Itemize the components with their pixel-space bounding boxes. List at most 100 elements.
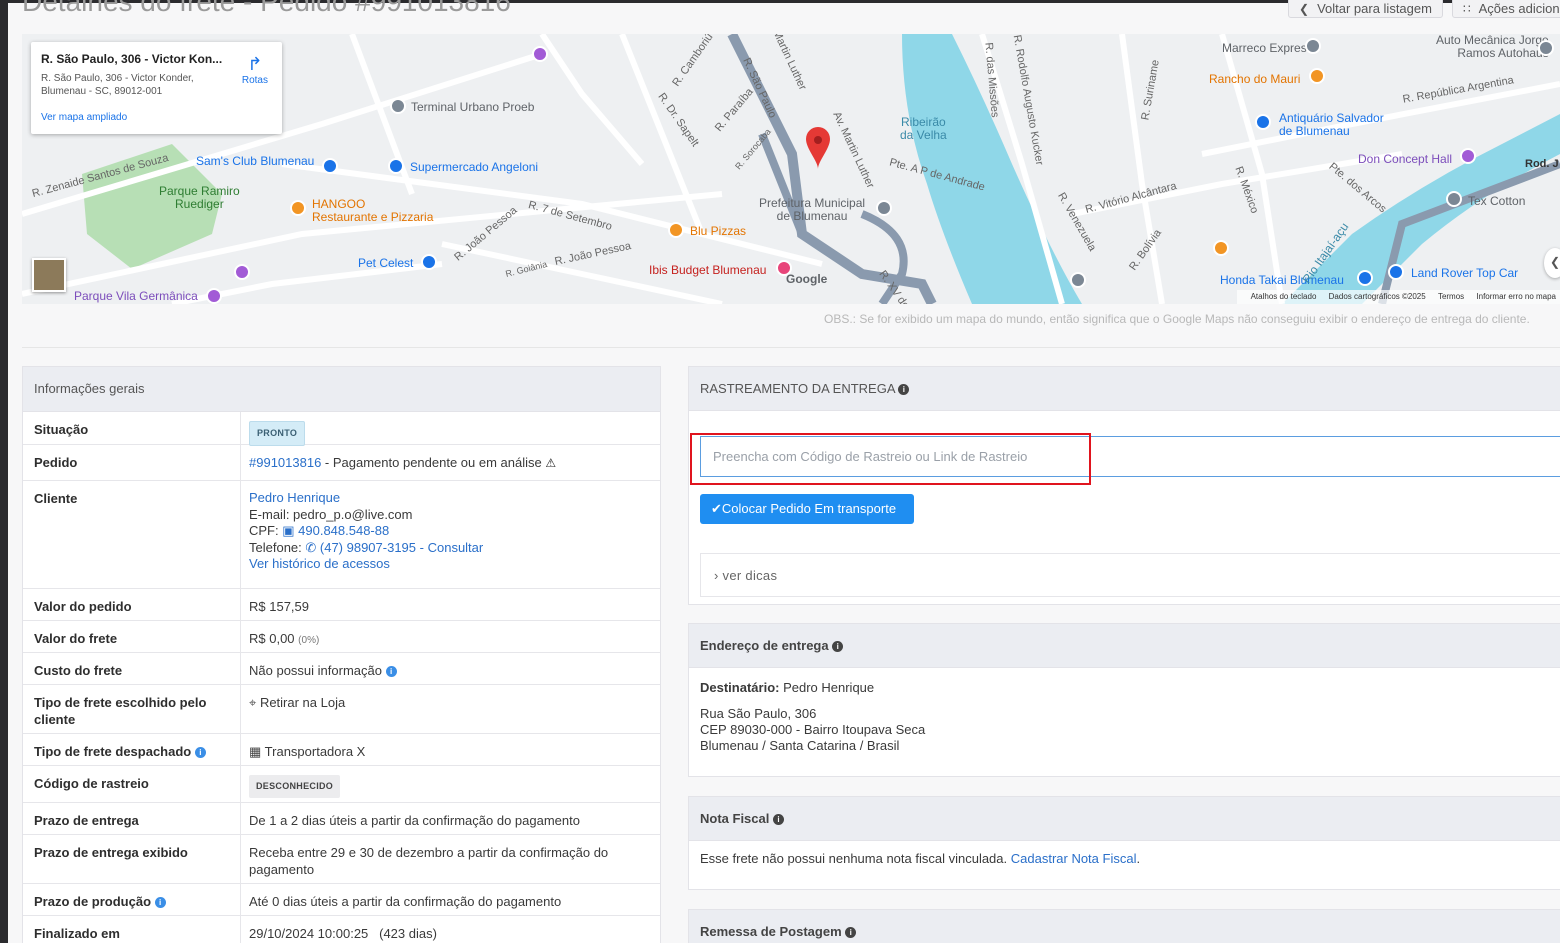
put-in-transport-label: Colocar Pedido Em transporte xyxy=(721,501,897,516)
access-history-link[interactable]: Ver histórico de acessos xyxy=(249,556,652,573)
map-footer-terms[interactable]: Termos xyxy=(1438,292,1464,301)
general-info-panel: Informações gerais Situação PRONTO Pedid… xyxy=(22,366,661,943)
dispatched-type: Transportadora X xyxy=(264,744,366,759)
table-row: Prazo de produção i Até 0 dias úteis a p… xyxy=(23,884,660,916)
tips-toggle[interactable]: › ver dicas xyxy=(700,553,1560,597)
info-icon[interactable]: i xyxy=(772,814,784,825)
invoice-heading: Nota Fiscal xyxy=(700,811,773,826)
map-label-rancho: Rancho do Mauri xyxy=(1209,72,1301,86)
poi-angeloni-icon[interactable] xyxy=(388,158,404,174)
map-label-landrover: Land Rover Top Car xyxy=(1411,266,1519,280)
poi-terminal-icon[interactable] xyxy=(390,98,406,114)
map-label-terminal: Terminal Urbano Proeb xyxy=(411,100,535,114)
table-row: Prazo de entrega De 1 a 2 dias úteis a p… xyxy=(23,803,660,835)
table-row: Cliente Pedro Henrique E-mail: pedro_p.o… xyxy=(23,481,660,589)
map-label-marreco: Marreco Express xyxy=(1222,41,1313,55)
map-footer-data: Dados cartográficos ©2025 xyxy=(1328,292,1426,301)
register-invoice-link[interactable]: Cadastrar Nota Fiscal xyxy=(1011,851,1137,866)
poi-sams-icon[interactable] xyxy=(322,158,338,174)
poi-orange-icon[interactable] xyxy=(1213,240,1229,256)
back-to-list-button[interactable]: ❮ Voltar para listagem xyxy=(1288,0,1443,18)
poi-pet-icon[interactable] xyxy=(421,254,437,270)
production-label: Prazo de produção xyxy=(34,894,155,909)
delivery-address-panel: Endereço de entrega i Destinatário: Pedr… xyxy=(688,623,1560,777)
status-label: Situação xyxy=(23,412,241,444)
routes-label: Rotas xyxy=(241,75,268,86)
satellite-thumbnail[interactable] xyxy=(32,258,66,292)
tips-label: ver dicas xyxy=(722,568,778,583)
map-label-hangoo: HANGOO Restaurante e Pizzaria xyxy=(312,197,434,224)
back-to-list-label: Voltar para listagem xyxy=(1317,1,1432,16)
map-label-don: Don Concept Hall xyxy=(1358,152,1453,166)
poi-marreco-icon[interactable] xyxy=(1305,38,1321,54)
map-footer-shortcuts[interactable]: Atalhos do teclado xyxy=(1251,292,1317,301)
consult-link[interactable]: Consultar xyxy=(428,540,484,555)
client-cpf[interactable]: 490.848.548-88 xyxy=(298,523,389,538)
info-icon[interactable]: i xyxy=(194,747,206,758)
poi-vila-icon[interactable] xyxy=(206,288,222,304)
tracking-panel: RASTREAMENTO DA ENTREGA i Preencha com C… xyxy=(688,366,1560,605)
poi-rancho-icon[interactable] xyxy=(1309,68,1325,84)
table-row: Finalizado em 29/10/2024 10:00:25 (423 d… xyxy=(23,916,660,943)
map-label-tex: Tex Cotton xyxy=(1468,194,1526,208)
delivery-time: De 1 a 2 dias úteis a partir da confirma… xyxy=(249,813,580,828)
client-label: Cliente xyxy=(23,481,241,588)
table-row: Código de rastreio DESCONHECIDO xyxy=(23,766,660,803)
enlarge-map-link[interactable]: Ver mapa ampliado xyxy=(41,112,127,123)
put-in-transport-button[interactable]: ✔Colocar Pedido Em transporte xyxy=(700,494,914,524)
client-phone-sep: - xyxy=(416,539,428,555)
map-label-blu: Blu Pizzas xyxy=(690,224,747,238)
client-name-link[interactable]: Pedro Henrique xyxy=(249,490,652,507)
info-icon[interactable]: i xyxy=(898,384,910,395)
whatsapp-icon: ✆ xyxy=(305,539,320,555)
chevron-right-icon: › xyxy=(714,568,723,583)
page-title: Detalhes do frete - Pedido #991013816 xyxy=(22,0,511,17)
info-icon[interactable]: i xyxy=(154,897,166,908)
map-expand-icon[interactable]: ❮ xyxy=(1544,248,1560,278)
poi-auto-icon[interactable] xyxy=(1538,40,1554,56)
info-icon[interactable]: i xyxy=(385,666,397,677)
poi-don-icon[interactable] xyxy=(1460,148,1476,164)
id-card-icon: ▣ xyxy=(282,523,299,538)
address-line2: CEP 89030-000 - Bairro Itoupava Seca xyxy=(700,722,926,737)
poi-blu-icon[interactable] xyxy=(668,222,684,238)
table-row: Valor do frete R$ 0,00 (0%) xyxy=(23,621,660,653)
poi-school-icon[interactable] xyxy=(1070,272,1086,288)
map-card-title: R. São Paulo, 306 - Victor Kon... xyxy=(41,52,223,66)
shipping-heading: Remessa de Postagem xyxy=(700,924,846,939)
map-label-auto: Auto Mecânica Jorge Ramos Autohaus xyxy=(1436,34,1549,60)
poi-purple2-icon[interactable] xyxy=(234,264,250,280)
map-footer-report[interactable]: Informar erro no mapa xyxy=(1476,292,1556,301)
dispatched-type-label: Tipo de frete despachado xyxy=(34,744,195,759)
tracking-code-label: Código de rastreio xyxy=(23,766,241,802)
map[interactable]: R. São Paulo, 306 - Victor Kon... R. São… xyxy=(22,34,1560,304)
check-icon: ✔ xyxy=(711,501,722,516)
freight-pct: (0%) xyxy=(298,635,320,646)
map-note: OBS.: Se for exibido um mapa do mundo, e… xyxy=(824,312,1530,326)
finalized-label: Finalizado em xyxy=(23,916,241,943)
order-link[interactable]: #991013816 xyxy=(249,455,321,470)
poi-honda-icon[interactable] xyxy=(1357,270,1373,286)
client-phone-label: Telefone: xyxy=(249,539,306,555)
table-row: Pedido #991013816 - Pagamento pendente o… xyxy=(23,445,660,481)
poi-landrover-icon[interactable] xyxy=(1388,264,1404,280)
info-icon[interactable]: i xyxy=(845,927,857,938)
general-info-heading: Informações gerais xyxy=(23,367,660,412)
poi-tex-icon[interactable] xyxy=(1446,191,1462,207)
tracking-heading: RASTREAMENTO DA ENTREGA xyxy=(700,381,899,396)
map-label-vila: Parque Vila Germânica xyxy=(74,289,198,303)
poi-antiquario-icon[interactable] xyxy=(1255,114,1271,130)
map-label-parque-ramiro: Parque Ramiro Ruediger xyxy=(159,184,240,211)
map-pin-icon: ⌖ xyxy=(249,695,260,710)
poi-prefeitura-icon[interactable] xyxy=(876,200,892,216)
map-label-ibis: Ibis Budget Blumenau xyxy=(649,263,767,277)
poi-purple-icon[interactable] xyxy=(532,46,548,62)
delivery-shown-label: Prazo de entrega exibido xyxy=(23,835,241,883)
additional-actions-button[interactable]: ∷ Ações adicionais xyxy=(1452,0,1560,18)
client-phone-link[interactable]: (47) 98907-3195 xyxy=(320,540,416,555)
map-label-honda: Honda Takai Blumenau xyxy=(1220,273,1344,287)
routes-button[interactable]: ↱ Rotas xyxy=(242,54,268,86)
info-icon[interactable]: i xyxy=(832,641,844,652)
poi-hangoo-icon[interactable] xyxy=(290,200,306,216)
map-label-pet: Pet Celest xyxy=(358,256,414,270)
